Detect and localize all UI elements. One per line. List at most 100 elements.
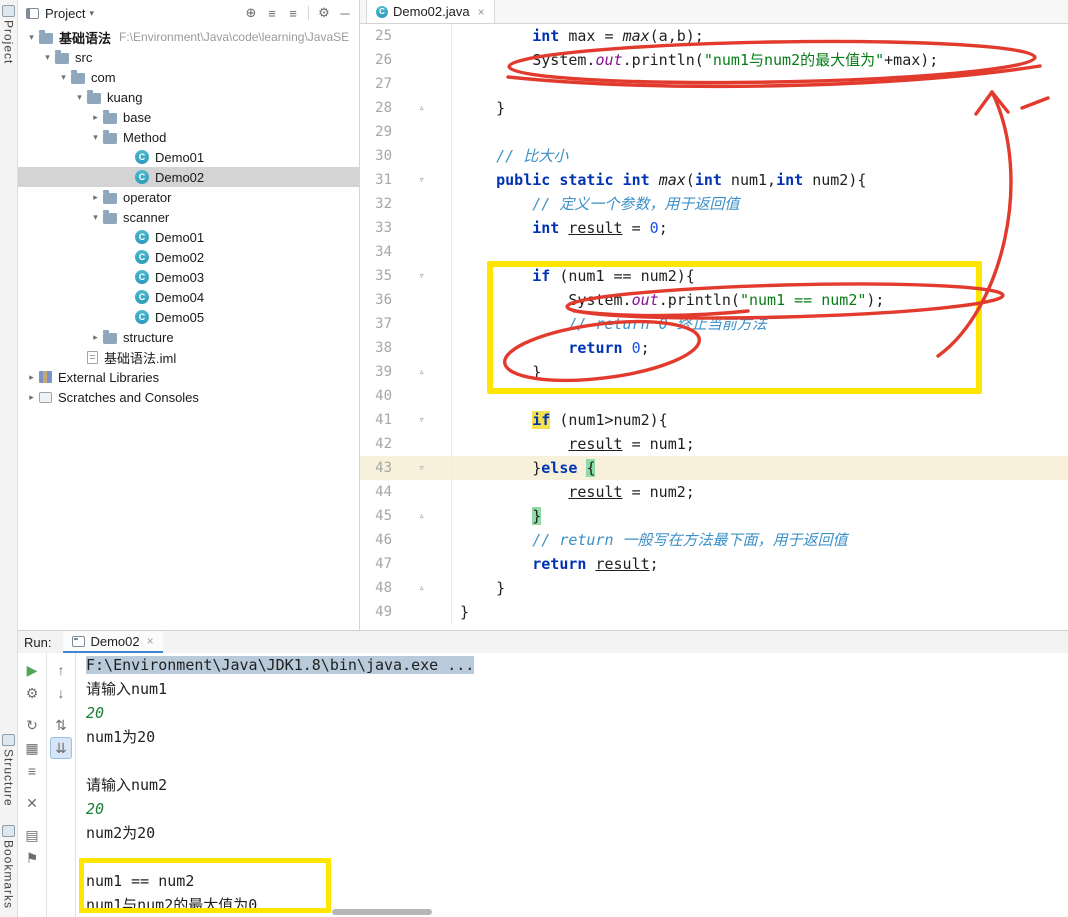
code-line-41[interactable]: 41 ▿ if (num1>num2){: [360, 408, 1068, 432]
clear-all-button[interactable]: ✕: [21, 792, 43, 814]
code-line-45[interactable]: 45 ▵ }: [360, 504, 1068, 528]
console-line[interactable]: 请输入num1: [86, 677, 1068, 701]
stripe-structure-button[interactable]: Structure: [0, 731, 17, 807]
chevron-down-icon[interactable]: ▾: [40, 52, 55, 63]
tree-item-method[interactable]: ▾ Method: [18, 127, 359, 147]
rerun-button[interactable]: ▶: [21, 659, 43, 681]
line-number[interactable]: 26: [360, 48, 392, 72]
fold-end-icon[interactable]: ▵: [392, 576, 452, 600]
tree-item-demo03[interactable]: C Demo03: [18, 267, 359, 287]
line-number[interactable]: 38: [360, 336, 392, 360]
tree-item-base[interactable]: ▸ base: [18, 107, 359, 127]
fold-start-icon[interactable]: ▿: [392, 168, 452, 192]
tree-item-demo02[interactable]: C Demo02: [18, 247, 359, 267]
code-line-39[interactable]: 39 ▵ }: [360, 360, 1068, 384]
code-line-43[interactable]: 43 ▿ }else {: [360, 456, 1068, 480]
horizontal-scrollbar-thumb[interactable]: [332, 909, 432, 915]
fold-start-icon[interactable]: ▿: [392, 408, 452, 432]
fold-end-icon[interactable]: ▵: [392, 360, 452, 384]
code-line-40[interactable]: 40: [360, 384, 1068, 408]
tab-demo02-java[interactable]: C Demo02.java ×: [366, 0, 495, 23]
code-line-38[interactable]: 38 return 0;: [360, 336, 1068, 360]
scroll-to-end-button[interactable]: ⇊: [50, 737, 72, 759]
code-line-48[interactable]: 48 ▵ }: [360, 576, 1068, 600]
code-line-37[interactable]: 37 // return 0 终止当前方法: [360, 312, 1068, 336]
code-line-33[interactable]: 33 int result = 0;: [360, 216, 1068, 240]
line-number[interactable]: 49: [360, 600, 392, 624]
line-number[interactable]: 25: [360, 24, 392, 48]
down-stacktrace-button[interactable]: ↓: [50, 682, 72, 704]
line-number[interactable]: 36: [360, 288, 392, 312]
stripe-bookmarks-button[interactable]: Bookmarks: [0, 822, 17, 909]
console-line[interactable]: num1 == num2: [86, 869, 1068, 893]
line-number[interactable]: 40: [360, 384, 392, 408]
code-line-26[interactable]: 26 System.out.println("num1与num2的最大值为"+m…: [360, 48, 1068, 72]
tree-item-基础语法.iml[interactable]: 基础语法.iml: [18, 347, 359, 367]
line-number[interactable]: 35: [360, 264, 392, 288]
code-line-30[interactable]: 30 // 比大小: [360, 144, 1068, 168]
chevron-right-icon[interactable]: ▸: [88, 112, 103, 123]
code-line-44[interactable]: 44 result = num2;: [360, 480, 1068, 504]
line-number[interactable]: 42: [360, 432, 392, 456]
restore-layout-button[interactable]: ▤: [21, 824, 43, 846]
tree-item-demo01[interactable]: C Demo01: [18, 147, 359, 167]
console-line[interactable]: 20: [86, 797, 1068, 821]
code-line-47[interactable]: 47 return result;: [360, 552, 1068, 576]
code-line-25[interactable]: 25 int max = max(a,b);: [360, 24, 1068, 48]
tree-item-operator[interactable]: ▸ operator: [18, 187, 359, 207]
project-tree[interactable]: ▾ 基础语法 F:\Environment\Java\code\learning\J…: [18, 27, 359, 630]
rerun-failed-tests-button[interactable]: ↻: [21, 714, 43, 736]
fold-end-icon[interactable]: ▵: [392, 96, 452, 120]
tree-item-external-libraries[interactable]: ▸ External Libraries: [18, 367, 359, 387]
stripe-project-button[interactable]: Project: [0, 2, 17, 64]
line-number[interactable]: 37: [360, 312, 392, 336]
code-line-46[interactable]: 46 // return 一般写在方法最下面，用于返回值: [360, 528, 1068, 552]
line-number[interactable]: 46: [360, 528, 392, 552]
console-line[interactable]: num1为20: [86, 725, 1068, 749]
wrench-settings-button[interactable]: ⚙: [21, 682, 43, 704]
console-line[interactable]: num2为20: [86, 821, 1068, 845]
code-line-32[interactable]: 32 // 定义一个参数，用于返回值: [360, 192, 1068, 216]
line-number[interactable]: 29: [360, 120, 392, 144]
tree-item-structure[interactable]: ▸ structure: [18, 327, 359, 347]
line-number[interactable]: 43: [360, 456, 392, 480]
coverage-button[interactable]: ▦: [21, 737, 43, 759]
project-panel-title[interactable]: Project: [45, 6, 85, 21]
chevron-right-icon[interactable]: ▸: [24, 372, 39, 383]
code-line-42[interactable]: 42 result = num1;: [360, 432, 1068, 456]
code-line-35[interactable]: 35 ▿ if (num1 == num2){: [360, 264, 1068, 288]
hide-panel-button[interactable]: ─: [335, 3, 355, 23]
soft-wrap-button[interactable]: ⇅: [50, 714, 72, 736]
code-line-49[interactable]: 49}: [360, 600, 1068, 624]
chevron-right-icon[interactable]: ▸: [88, 192, 103, 203]
fold-start-icon[interactable]: ▿: [392, 456, 452, 480]
chevron-down-icon[interactable]: ▾: [24, 32, 39, 43]
close-icon[interactable]: ×: [478, 5, 485, 19]
code-line-31[interactable]: 31 ▿ public static int max(int num1,int n…: [360, 168, 1068, 192]
code-line-28[interactable]: 28 ▵ }: [360, 96, 1068, 120]
tree-item-src[interactable]: ▾ src: [18, 47, 359, 67]
settings-gear-button[interactable]: ⚙: [314, 3, 334, 23]
tree-item-scanner[interactable]: ▾ scanner: [18, 207, 359, 227]
close-icon[interactable]: ×: [147, 634, 154, 648]
print-button[interactable]: ≡: [21, 760, 43, 782]
line-number[interactable]: 27: [360, 72, 392, 96]
console-line[interactable]: [86, 749, 1068, 773]
tree-item-kuang[interactable]: ▾ kuang: [18, 87, 359, 107]
code-line-27[interactable]: 27: [360, 72, 1068, 96]
console-line[interactable]: 请输入num2: [86, 773, 1068, 797]
line-number[interactable]: 30: [360, 144, 392, 168]
line-number[interactable]: 47: [360, 552, 392, 576]
console-line[interactable]: [86, 845, 1068, 869]
run-tab-demo02[interactable]: Demo02 ×: [63, 631, 163, 653]
line-number[interactable]: 44: [360, 480, 392, 504]
tree-item-demo04[interactable]: C Demo04: [18, 287, 359, 307]
fold-end-icon[interactable]: ▵: [392, 504, 452, 528]
line-number[interactable]: 32: [360, 192, 392, 216]
line-number[interactable]: 31: [360, 168, 392, 192]
up-stacktrace-button[interactable]: ↑: [50, 659, 72, 681]
line-number[interactable]: 45: [360, 504, 392, 528]
line-number[interactable]: 48: [360, 576, 392, 600]
chevron-right-icon[interactable]: ▸: [24, 392, 39, 403]
console-output[interactable]: F:\Environment\Java\JDK1.8\bin\java.exe …: [76, 653, 1068, 917]
